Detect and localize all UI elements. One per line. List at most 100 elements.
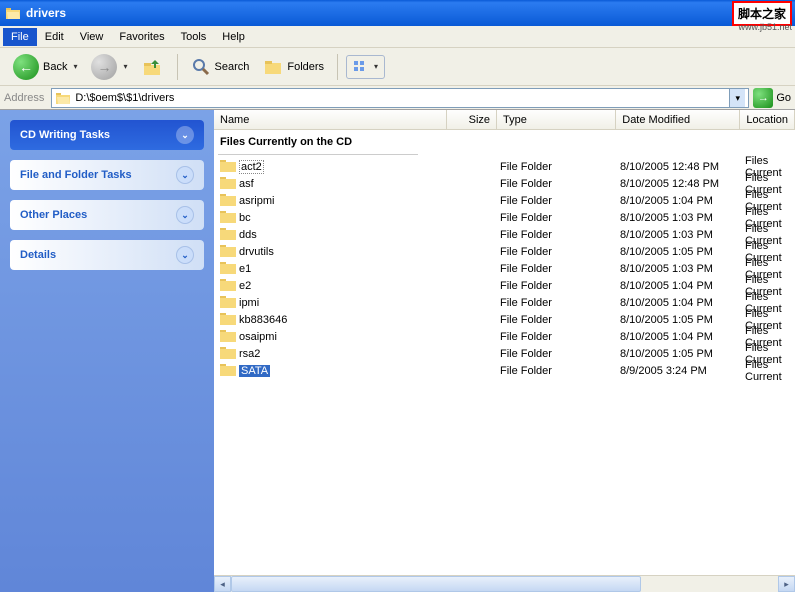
file-type: File Folder xyxy=(500,331,620,343)
file-name: asripmi xyxy=(239,195,274,207)
column-type[interactable]: Type xyxy=(497,110,616,129)
column-size[interactable]: Size xyxy=(447,110,497,129)
file-name-cell: act2 xyxy=(218,159,500,175)
folder-icon xyxy=(5,5,21,21)
file-date: 8/10/2005 1:04 PM xyxy=(620,280,745,292)
sidebar: CD Writing Tasks⌄File and Folder Tasks⌄O… xyxy=(0,110,214,592)
folder-icon xyxy=(220,329,236,345)
file-date: 8/10/2005 1:05 PM xyxy=(620,314,745,326)
folders-button[interactable]: Folders xyxy=(258,53,329,81)
chevron-down-icon: ▾ xyxy=(123,62,127,71)
task-panel: Other Places⌄ xyxy=(10,200,204,230)
file-row[interactable]: asripmiFile Folder8/10/2005 1:04 PMFiles… xyxy=(218,192,791,209)
column-date[interactable]: Date Modified xyxy=(616,110,740,129)
task-panel-header[interactable]: Other Places⌄ xyxy=(10,200,204,230)
file-date: 8/10/2005 12:48 PM xyxy=(620,161,745,173)
file-name: osaipmi xyxy=(239,331,277,343)
file-row[interactable]: ipmiFile Folder8/10/2005 1:04 PMFiles Cu… xyxy=(218,294,791,311)
file-type: File Folder xyxy=(500,297,620,309)
menu-file[interactable]: File xyxy=(3,28,37,46)
file-date: 8/10/2005 1:05 PM xyxy=(620,246,745,258)
folder-icon xyxy=(220,227,236,243)
search-button[interactable]: Search xyxy=(186,53,255,81)
address-input[interactable]: D:\$oem$\$1\drivers ▾ xyxy=(51,88,749,108)
file-type: File Folder xyxy=(500,161,620,173)
file-row[interactable]: act2File Folder8/10/2005 12:48 PMFiles C… xyxy=(218,158,791,175)
file-name-cell: drvutils xyxy=(218,244,500,260)
file-type: File Folder xyxy=(500,348,620,360)
scroll-right-button[interactable]: ▸ xyxy=(778,576,795,592)
file-row[interactable]: osaipmiFile Folder8/10/2005 1:04 PMFiles… xyxy=(218,328,791,345)
file-name: SATA xyxy=(239,365,270,377)
separator xyxy=(337,54,338,80)
task-panel-header[interactable]: Details⌄ xyxy=(10,240,204,270)
go-arrow-icon: → xyxy=(753,88,773,108)
back-arrow-icon: ← xyxy=(13,54,39,80)
file-name: kb883646 xyxy=(239,314,287,326)
titlebar: drivers xyxy=(0,0,795,26)
file-name-cell: e1 xyxy=(218,261,500,277)
task-panel-title: CD Writing Tasks xyxy=(20,129,110,141)
content: CD Writing Tasks⌄File and Folder Tasks⌄O… xyxy=(0,110,795,592)
file-name: ipmi xyxy=(239,297,259,309)
file-list[interactable]: Files Currently on the CD act2File Folde… xyxy=(214,130,795,575)
file-row[interactable]: kb883646File Folder8/10/2005 1:05 PMFile… xyxy=(218,311,791,328)
file-name: asf xyxy=(239,178,254,190)
file-date: 8/10/2005 1:04 PM xyxy=(620,331,745,343)
main-area: Name Size Type Date Modified Location Fi… xyxy=(214,110,795,592)
address-dropdown[interactable]: ▾ xyxy=(729,89,745,107)
scroll-left-button[interactable]: ◂ xyxy=(214,576,231,592)
watermark-url: www.jb51.net xyxy=(738,22,792,32)
file-type: File Folder xyxy=(500,246,620,258)
file-row[interactable]: bcFile Folder8/10/2005 1:03 PMFiles Curr… xyxy=(218,209,791,226)
file-date: 8/10/2005 1:04 PM xyxy=(620,195,745,207)
menu-help[interactable]: Help xyxy=(214,28,253,46)
address-label: Address xyxy=(4,92,44,104)
views-button[interactable]: ▾ xyxy=(346,55,385,79)
menu-view[interactable]: View xyxy=(72,28,112,46)
file-row[interactable]: e1File Folder8/10/2005 1:03 PMFiles Curr… xyxy=(218,260,791,277)
file-row[interactable]: SATAFile Folder8/9/2005 3:24 PMFiles Cur… xyxy=(218,362,791,379)
column-name[interactable]: Name xyxy=(214,110,447,129)
task-panel: CD Writing Tasks⌄ xyxy=(10,120,204,150)
back-button[interactable]: ← Back ▾ xyxy=(8,50,82,84)
column-location[interactable]: Location xyxy=(740,110,795,129)
file-name-cell: kb883646 xyxy=(218,312,500,328)
file-row[interactable]: e2File Folder8/10/2005 1:04 PMFiles Curr… xyxy=(218,277,791,294)
file-name: e1 xyxy=(239,263,251,275)
file-row[interactable]: rsa2File Folder8/10/2005 1:05 PMFiles Cu… xyxy=(218,345,791,362)
file-name: act2 xyxy=(239,160,264,174)
task-panel-header[interactable]: CD Writing Tasks⌄ xyxy=(10,120,204,150)
task-panel-title: File and Folder Tasks xyxy=(20,169,132,181)
forward-button[interactable]: → ▾ xyxy=(86,50,132,84)
chevron-down-icon: ▾ xyxy=(374,62,378,71)
file-type: File Folder xyxy=(500,263,620,275)
back-label: Back xyxy=(43,61,67,73)
file-row[interactable]: ddsFile Folder8/10/2005 1:03 PMFiles Cur… xyxy=(218,226,791,243)
file-type: File Folder xyxy=(500,314,620,326)
task-panel-header[interactable]: File and Folder Tasks⌄ xyxy=(10,160,204,190)
horizontal-scrollbar[interactable]: ◂ ▸ xyxy=(214,575,795,592)
menu-tools[interactable]: Tools xyxy=(173,28,215,46)
separator xyxy=(177,54,178,80)
go-button[interactable]: → Go xyxy=(753,88,791,108)
folder-icon xyxy=(220,159,236,175)
task-panel: File and Folder Tasks⌄ xyxy=(10,160,204,190)
file-row[interactable]: drvutilsFile Folder8/10/2005 1:05 PMFile… xyxy=(218,243,791,260)
file-name-cell: e2 xyxy=(218,278,500,294)
scroll-thumb[interactable] xyxy=(231,576,641,592)
up-button[interactable] xyxy=(137,52,169,82)
forward-arrow-icon: → xyxy=(91,54,117,80)
scroll-track[interactable] xyxy=(231,576,778,592)
menu-favorites[interactable]: Favorites xyxy=(111,28,172,46)
file-name-cell: SATA xyxy=(218,363,500,379)
file-row[interactable]: asfFile Folder8/10/2005 12:48 PMFiles Cu… xyxy=(218,175,791,192)
task-panel: Details⌄ xyxy=(10,240,204,270)
file-date: 8/10/2005 12:48 PM xyxy=(620,178,745,190)
file-name: drvutils xyxy=(239,246,274,258)
folder-icon xyxy=(220,210,236,226)
file-name-cell: bc xyxy=(218,210,500,226)
file-type: File Folder xyxy=(500,195,620,207)
menu-edit[interactable]: Edit xyxy=(37,28,72,46)
chevron-icon: ⌄ xyxy=(176,206,194,224)
